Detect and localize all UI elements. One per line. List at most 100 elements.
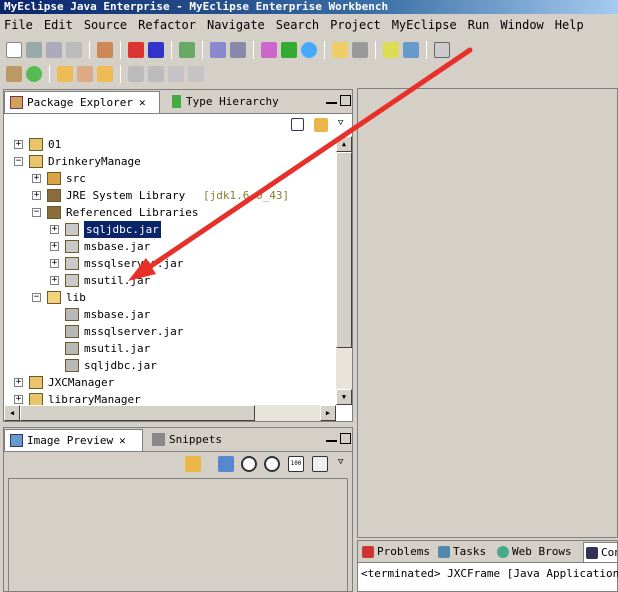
expand-icon[interactable]: + (32, 174, 41, 183)
close-icon[interactable]: ✕ (139, 96, 146, 109)
minimize-icon[interactable] (326, 95, 337, 104)
expand-icon[interactable]: + (32, 191, 41, 200)
image-preview-canvas (8, 478, 348, 591)
globe-icon[interactable] (301, 42, 317, 58)
tree-item[interactable]: + msbase.jar (4, 238, 336, 255)
collapse-icon[interactable]: − (14, 157, 23, 166)
screen-icon[interactable] (434, 42, 450, 58)
next-annotation-icon[interactable] (128, 66, 144, 82)
tree-item[interactable]: + JXCManager (4, 374, 336, 391)
tree-item[interactable]: mssqlserver.jar (4, 323, 336, 340)
maximize-icon[interactable] (340, 95, 351, 106)
grid-icon[interactable] (6, 66, 22, 82)
pencil-icon[interactable] (77, 66, 93, 82)
menu-source[interactable]: Source (84, 18, 127, 32)
zoom-in-icon[interactable] (264, 456, 280, 472)
menu-myeclipse[interactable]: MyEclipse (392, 18, 457, 32)
tree-item[interactable]: msbase.jar (4, 306, 336, 323)
collapse-all-icon[interactable] (291, 118, 304, 131)
scroll-right-button[interactable]: ▶ (320, 405, 336, 421)
tree-item[interactable]: sqljdbc.jar (4, 357, 336, 374)
debug-icon[interactable] (97, 42, 113, 58)
expand-icon[interactable]: + (14, 395, 23, 404)
perspective-icon[interactable] (383, 42, 399, 58)
actual-size-icon[interactable]: 100 (288, 456, 304, 472)
view-menu-icon[interactable]: ▽ (338, 457, 343, 467)
tab-tasks[interactable]: Tasks (436, 543, 486, 562)
tree-item[interactable]: − DrinkeryManage (4, 153, 336, 170)
forward-icon[interactable] (188, 66, 204, 82)
expand-icon[interactable]: + (50, 225, 59, 234)
menu-file[interactable]: File (4, 18, 33, 32)
tab-snippets[interactable]: Snippets (147, 429, 227, 451)
tab-problems[interactable]: Problems (360, 543, 430, 562)
print-icon[interactable] (66, 42, 82, 58)
wizard-icon[interactable] (210, 42, 226, 58)
expand-icon[interactable]: + (14, 378, 23, 387)
menu-run[interactable]: Run (468, 18, 490, 32)
folder-icon[interactable] (57, 66, 73, 82)
open-type-icon[interactable] (352, 42, 368, 58)
back-icon[interactable] (168, 66, 184, 82)
wizard2-icon[interactable] (230, 42, 246, 58)
save-icon[interactable] (26, 42, 42, 58)
new-icon[interactable] (6, 42, 22, 58)
tree-item[interactable]: + sqljdbc.jar (4, 221, 336, 238)
maximize-icon[interactable] (340, 433, 351, 444)
tree-item[interactable]: − Referenced Libraries (4, 204, 336, 221)
scroll-up-button[interactable]: ▲ (336, 136, 352, 152)
server-icon[interactable] (148, 42, 164, 58)
tab-package-explorer[interactable]: Package Explorer ✕ (4, 91, 160, 113)
run-icon[interactable] (281, 42, 297, 58)
expand-icon[interactable]: + (50, 259, 59, 268)
refresh-icon[interactable] (26, 66, 42, 82)
prev-annotation-icon[interactable] (148, 66, 164, 82)
menu-help[interactable]: Help (555, 18, 584, 32)
bookmark-icon[interactable] (97, 66, 113, 82)
menu-window[interactable]: Window (500, 18, 543, 32)
java-ee-icon[interactable] (179, 42, 195, 58)
tree-item[interactable]: + msutil.jar (4, 272, 336, 289)
scroll-down-button[interactable]: ▼ (336, 389, 352, 405)
tree-item[interactable]: + libraryManager (4, 391, 336, 405)
search-icon[interactable] (403, 42, 419, 58)
tree-item[interactable]: + JRE System Library [jdk1.6.0_43] (4, 187, 336, 204)
menu-project[interactable]: Project (330, 18, 381, 32)
tree-item[interactable]: +01 (4, 136, 336, 153)
tab-type-hierarchy[interactable]: Type Hierarchy (164, 91, 279, 113)
tab-web-browser[interactable]: Web Brows (495, 543, 572, 562)
tree-item[interactable]: + mssqlserver.jar (4, 255, 336, 272)
expand-icon[interactable]: + (50, 242, 59, 251)
tab-image-preview[interactable]: Image Preview ✕ (4, 429, 143, 451)
minimize-icon[interactable] (326, 433, 337, 442)
sync-icon[interactable] (185, 456, 201, 472)
deploy-icon[interactable] (128, 42, 144, 58)
open-folder-icon[interactable] (332, 42, 348, 58)
close-icon[interactable]: ✕ (119, 434, 126, 447)
menu-navigate[interactable]: Navigate (207, 18, 265, 32)
zoom-out-icon[interactable] (241, 456, 257, 472)
expand-icon[interactable]: + (14, 140, 23, 149)
tree-item[interactable]: + src (4, 170, 336, 187)
menu-refactor[interactable]: Refactor (138, 18, 196, 32)
expand-icon[interactable]: + (50, 276, 59, 285)
scroll-left-button[interactable]: ◀ (4, 405, 20, 421)
menu-edit[interactable]: Edit (44, 18, 73, 32)
link-editor-icon[interactable] (314, 118, 328, 132)
save-all-icon[interactable] (46, 42, 62, 58)
menu-search[interactable]: Search (276, 18, 319, 32)
tree-item[interactable]: msutil.jar (4, 340, 336, 357)
horizontal-scrollbar[interactable]: ◀ ▶ (4, 405, 336, 421)
vertical-scrollbar[interactable]: ▲ ▼ (336, 136, 352, 405)
tree-item[interactable]: − lib (4, 289, 336, 306)
tab-console[interactable]: Con (583, 542, 617, 562)
hscroll-thumb[interactable] (20, 405, 255, 421)
collapse-icon[interactable]: − (32, 293, 41, 302)
toolbar-separator (171, 41, 172, 59)
view-menu-icon[interactable]: ▽ (338, 118, 343, 128)
image-edit-icon[interactable] (218, 456, 234, 472)
build-icon[interactable] (261, 42, 277, 58)
scroll-thumb[interactable] (336, 152, 352, 348)
fit-icon[interactable] (312, 456, 328, 472)
collapse-icon[interactable]: − (32, 208, 41, 217)
